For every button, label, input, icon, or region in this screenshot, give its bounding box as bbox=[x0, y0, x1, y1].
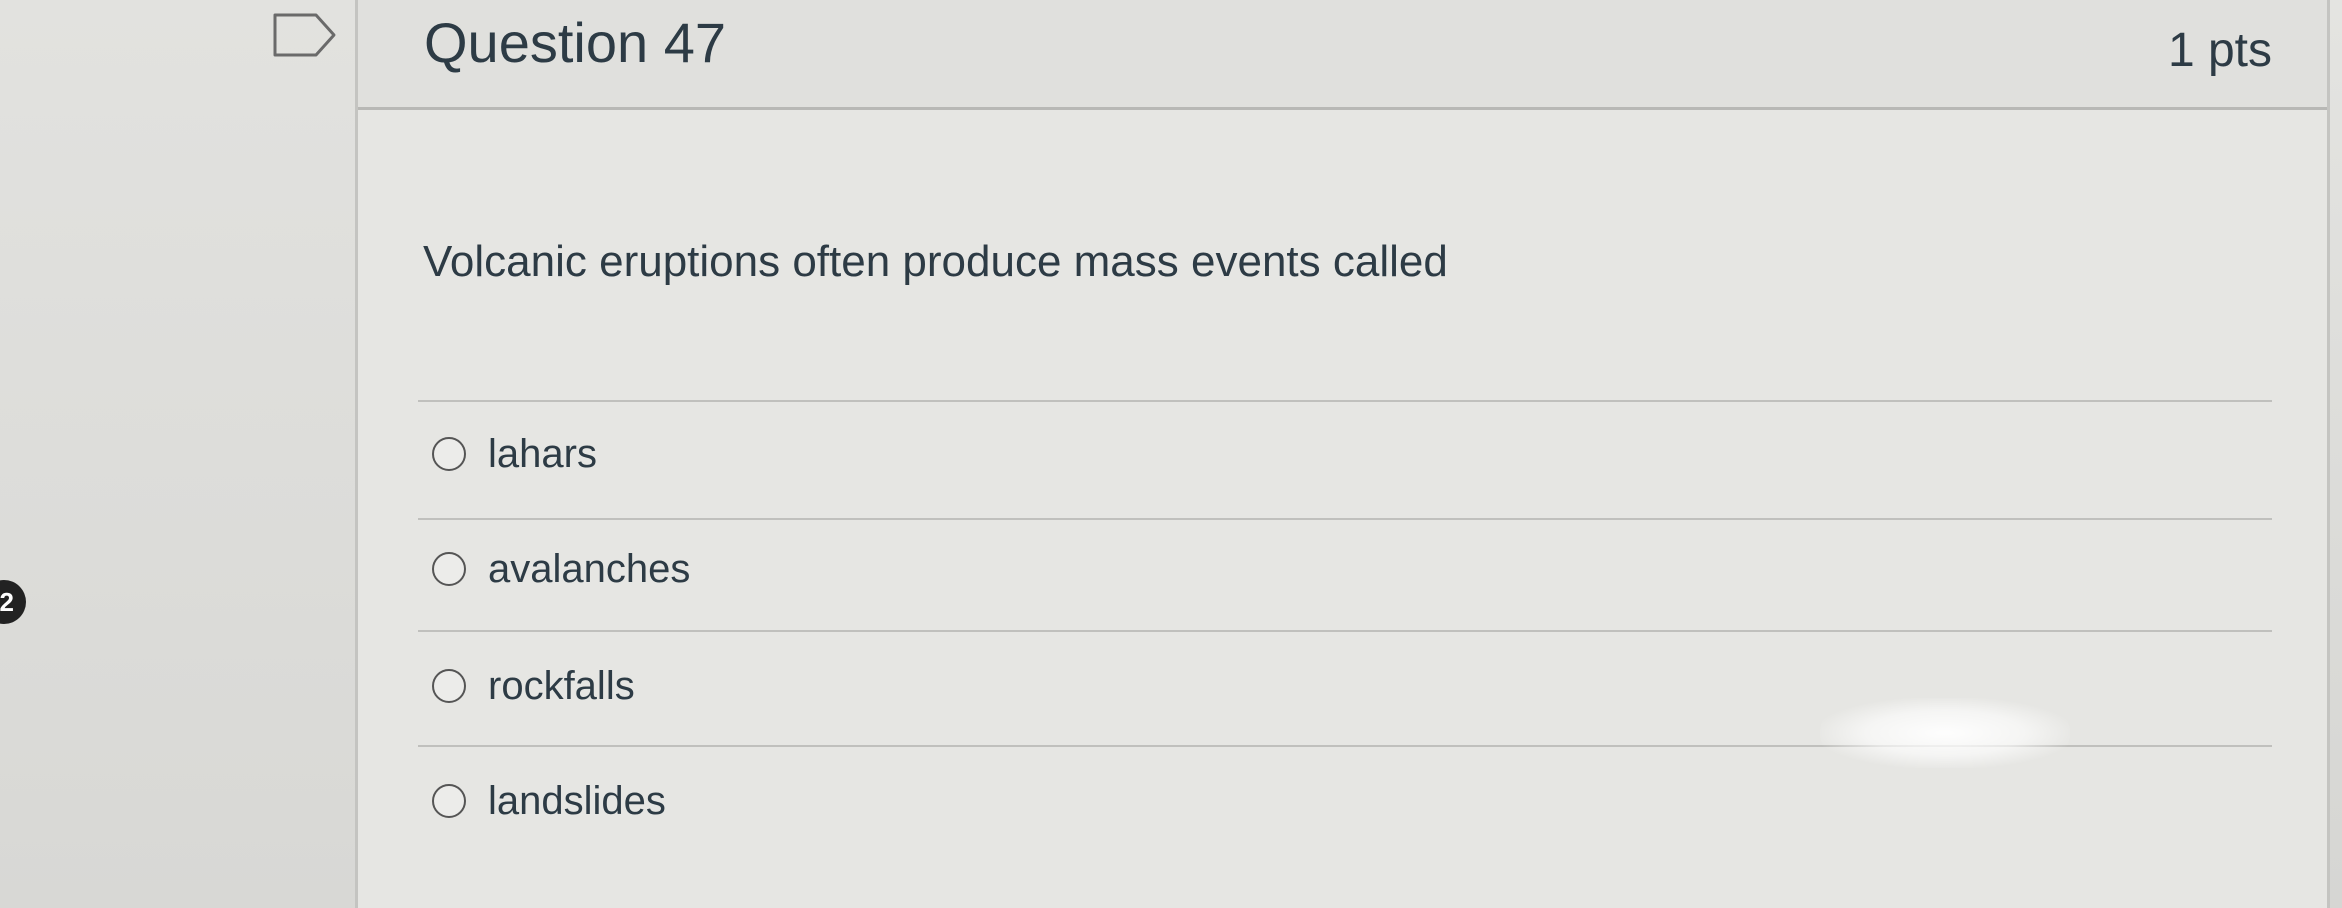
question-points: 1 pts bbox=[2167, 24, 2272, 77]
answer-divider bbox=[418, 400, 2272, 402]
question-header: Question 47 1 pts bbox=[358, 0, 2327, 110]
answer-option[interactable]: lahars bbox=[432, 424, 597, 484]
answer-option[interactable]: avalanches bbox=[432, 539, 690, 599]
answer-divider bbox=[418, 518, 2272, 520]
question-title: Question 47 bbox=[424, 11, 726, 74]
answer-option[interactable]: landslides bbox=[432, 771, 666, 831]
answer-label: avalanches bbox=[488, 547, 691, 591]
answer-divider bbox=[418, 745, 2272, 747]
flag-question-icon[interactable] bbox=[272, 12, 338, 58]
left-sidebar bbox=[0, 0, 355, 908]
radio-unselected-icon[interactable] bbox=[432, 669, 466, 703]
answer-divider bbox=[418, 630, 2272, 632]
radio-unselected-icon[interactable] bbox=[432, 784, 466, 818]
radio-unselected-icon[interactable] bbox=[432, 552, 466, 586]
question-text: Volcanic eruptions often produce mass ev… bbox=[423, 237, 1448, 286]
question-card: Question 47 1 pts Volcanic eruptions oft… bbox=[355, 0, 2330, 908]
answer-option[interactable]: rockfalls bbox=[432, 656, 635, 716]
answer-label: rockfalls bbox=[488, 664, 635, 708]
answer-label: lahars bbox=[488, 432, 597, 476]
radio-unselected-icon[interactable] bbox=[432, 437, 466, 471]
answer-label: landslides bbox=[488, 779, 666, 823]
